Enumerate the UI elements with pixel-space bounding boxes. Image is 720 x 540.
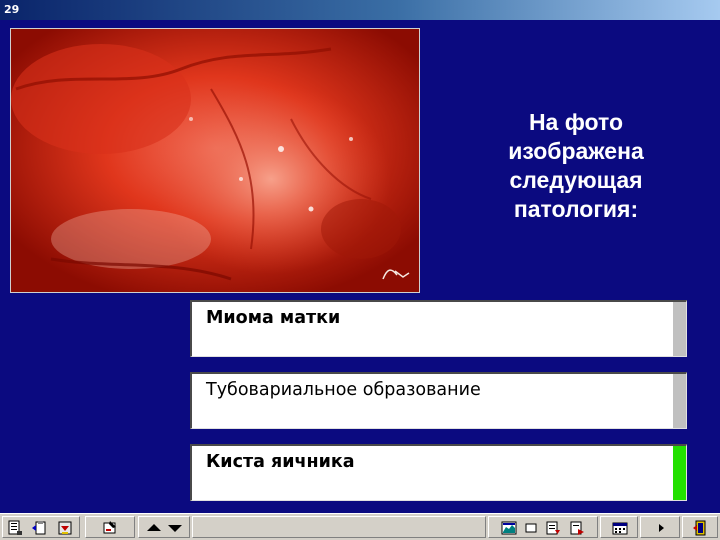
status-field xyxy=(192,516,486,538)
tools-icon[interactable] xyxy=(102,520,118,536)
chart-icon[interactable] xyxy=(501,520,517,536)
answer-indicator xyxy=(671,374,686,428)
file-tools-group xyxy=(2,516,80,538)
answer-indicator xyxy=(671,302,686,356)
calendar-group xyxy=(600,516,638,538)
answer-option-3[interactable]: Киста яичника xyxy=(190,444,687,501)
answer-option-1[interactable]: Миома матки xyxy=(190,300,687,357)
notes-icon[interactable] xyxy=(7,520,23,536)
window-icon[interactable] xyxy=(523,520,539,536)
exit-door-icon[interactable] xyxy=(692,520,708,536)
calendar-icon[interactable] xyxy=(612,520,628,536)
answer-option-2[interactable]: Тубовариальное образование xyxy=(190,372,687,429)
arrow-up-icon[interactable] xyxy=(146,520,162,536)
exit-group xyxy=(682,516,718,538)
answer-label: Киста яичника xyxy=(206,452,355,472)
play-icon[interactable] xyxy=(653,520,669,536)
view-tools-group xyxy=(488,516,598,538)
clipboard-icon[interactable] xyxy=(31,520,47,536)
export-icon[interactable] xyxy=(569,520,585,536)
laparoscopy-photo xyxy=(10,28,420,293)
arrow-down-icon[interactable] xyxy=(167,520,183,536)
play-group xyxy=(640,516,680,538)
answer-indicator-correct xyxy=(671,446,686,500)
question-text: На фото изображена следующая патология: xyxy=(508,109,644,222)
save-icon[interactable] xyxy=(57,520,73,536)
navigation-group xyxy=(138,516,190,538)
window-title: 29 xyxy=(0,0,720,20)
bottom-toolbar xyxy=(0,513,720,540)
slide-area: На фото изображена следующая патология: … xyxy=(0,20,720,513)
answer-label: Миома матки xyxy=(206,308,341,328)
tools-group xyxy=(85,516,135,538)
edit-icon[interactable] xyxy=(545,520,561,536)
answer-label: Тубовариальное образование xyxy=(206,380,481,400)
